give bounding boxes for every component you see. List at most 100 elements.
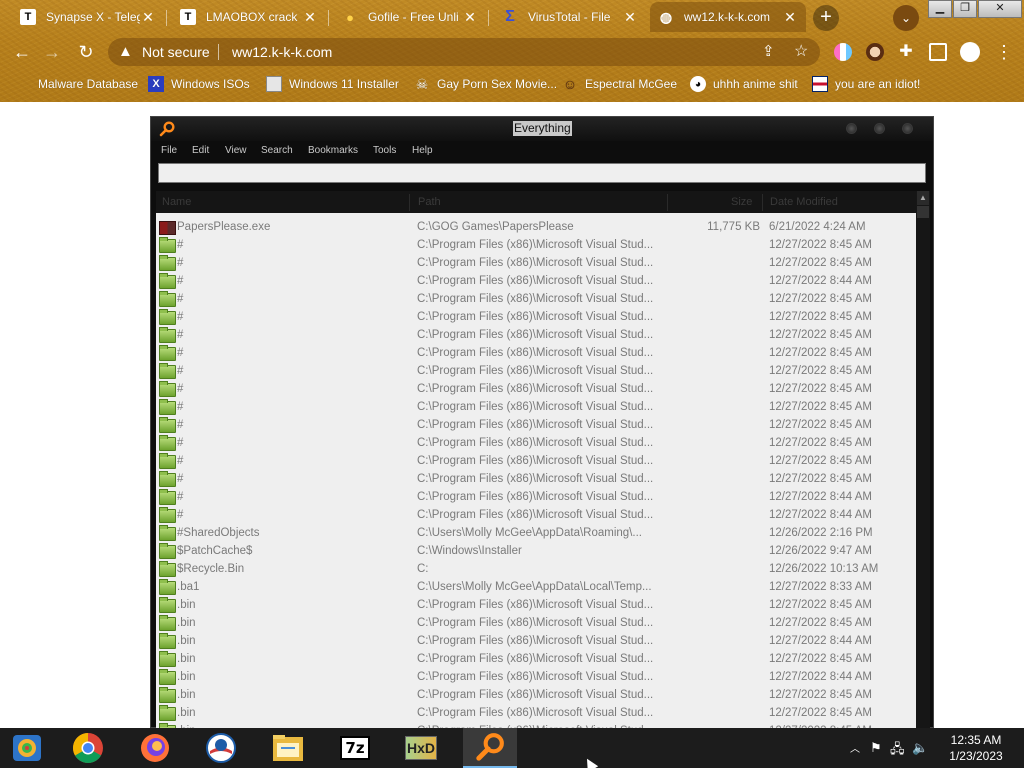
close-tab-icon[interactable]: ✕	[302, 9, 318, 26]
table-row[interactable]: # C:\Program Files (x86)\Microsoft Visual…	[156, 453, 916, 471]
everything-app-button[interactable]	[463, 728, 517, 768]
close-tab-icon[interactable]: ✕	[622, 9, 638, 26]
close-tab-icon[interactable]: ✕	[462, 9, 478, 26]
table-row[interactable]: # C:\Program Files (x86)\Microsoft Visual…	[156, 237, 916, 255]
table-row[interactable]: # C:\Program Files (x86)\Microsoft Visual…	[156, 309, 916, 327]
column-divider[interactable]	[667, 194, 668, 211]
profile-avatar-icon[interactable]	[960, 42, 980, 62]
column-divider[interactable]	[762, 194, 763, 211]
tab-lmaobox[interactable]: T LMAOBOX crack ✕	[172, 2, 326, 32]
menu-tools[interactable]: Tools	[373, 145, 396, 156]
obama-app-button[interactable]	[199, 728, 243, 768]
7zip-app-button[interactable]: 7z	[333, 728, 377, 768]
network-icon[interactable]: 🖧	[890, 740, 905, 762]
volume-icon[interactable]: 🔈	[912, 740, 928, 756]
vertical-scrollbar[interactable]: ▲	[916, 191, 930, 729]
hxd-app-button[interactable]: HxD	[399, 728, 443, 768]
table-row[interactable]: # C:\Program Files (x86)\Microsoft Visual…	[156, 273, 916, 291]
tab-synapse[interactable]: T Synapse X - Teleg ✕	[12, 2, 164, 32]
table-row[interactable]: # C:\Program Files (x86)\Microsoft Visual…	[156, 507, 916, 525]
new-tab-button[interactable]: +	[813, 5, 839, 31]
table-row[interactable]: PapersPlease.exe C:\GOG Games\PapersPleas…	[156, 219, 916, 237]
bookmark-anime[interactable]: ◕ uhhh anime shit	[690, 74, 798, 94]
table-row[interactable]: # C:\Program Files (x86)\Microsoft Visual…	[156, 489, 916, 507]
extensions-puzzle-icon[interactable]: ✚	[897, 43, 915, 61]
bookmark-windows-isos[interactable]: X Windows ISOs	[148, 74, 250, 94]
table-row[interactable]: .bin C:\Program Files (x86)\Microsoft Vis…	[156, 615, 916, 633]
table-row[interactable]: # C:\Program Files (x86)\Microsoft Visual…	[156, 381, 916, 399]
chrome-app-button[interactable]	[66, 728, 110, 768]
bookmark-malware-database[interactable]: Malware Database	[38, 74, 138, 94]
table-row[interactable]: # C:\Program Files (x86)\Microsoft Visual…	[156, 417, 916, 435]
table-row[interactable]: .bin C:\Program Files (x86)\Microsoft Vis…	[156, 669, 916, 687]
action-center-flag-icon[interactable]: ⚑	[870, 740, 882, 756]
tab-virustotal[interactable]: Σ VirusTotal - File ✕	[494, 2, 646, 32]
column-divider[interactable]	[409, 194, 410, 211]
table-row[interactable]: # C:\Program Files (x86)\Microsoft Visual…	[156, 255, 916, 273]
tab-search-button[interactable]: ⌄	[893, 5, 919, 31]
table-row[interactable]: .bin C:\Program Files (x86)\Microsoft Vis…	[156, 597, 916, 615]
minimize-button[interactable]	[846, 123, 857, 134]
table-row[interactable]: .bin C:\Program Files (x86)\Microsoft Vis…	[156, 687, 916, 705]
bookmark-you-are-an-idiot[interactable]: you are an idiot!	[812, 74, 920, 94]
column-date-modified[interactable]: Date Modified	[770, 196, 838, 208]
everything-titlebar[interactable]: Everything	[151, 117, 933, 141]
address-bar[interactable]: ▲ Not secure ww12.k-k-k.com ⇪ ☆	[108, 38, 820, 66]
pride-extension-icon[interactable]	[834, 43, 852, 61]
table-row[interactable]: .bin C:\Program Files (x86)\Microsoft Vis…	[156, 651, 916, 669]
menu-help[interactable]: Help	[412, 145, 433, 156]
url-text[interactable]: ww12.k-k-k.com	[232, 44, 332, 60]
table-row[interactable]: # C:\Program Files (x86)\Microsoft Visual…	[156, 435, 916, 453]
system-clock[interactable]: 12:35 AM 1/23/2023	[944, 732, 1008, 764]
menu-file[interactable]: File	[161, 145, 177, 156]
share-icon[interactable]: ⇪	[762, 42, 775, 60]
table-row[interactable]: # C:\Program Files (x86)\Microsoft Visual…	[156, 345, 916, 363]
table-row[interactable]: .bin C:\Program Files (x86)\Microsoft Vis…	[156, 705, 916, 723]
bookmark-windows-11-installer[interactable]: Windows 11 Installer	[266, 74, 399, 94]
menu-search[interactable]: Search	[261, 145, 293, 156]
bookmark-star-icon[interactable]: ☆	[794, 41, 808, 61]
menu-bookmarks[interactable]: Bookmarks	[308, 145, 358, 156]
column-name[interactable]: Name	[162, 196, 191, 208]
table-row[interactable]: # C:\Program Files (x86)\Microsoft Visual…	[156, 399, 916, 417]
show-hidden-icons-chevron-icon[interactable]: ︿	[850, 740, 860, 755]
bookmark-gay-porn-sex-movie[interactable]: ☠ Gay Porn Sex Movie...	[414, 74, 557, 94]
security-label[interactable]: Not secure	[142, 44, 210, 60]
side-panel-icon[interactable]	[929, 43, 947, 61]
search-input[interactable]	[158, 163, 926, 183]
close-tab-icon[interactable]: ✕	[140, 9, 156, 26]
table-row[interactable]: $PatchCache$ C:\Windows\Installer 12/26/20…	[156, 543, 916, 561]
firefox-app-button[interactable]	[133, 728, 177, 768]
kebab-menu-icon[interactable]: ⋮	[992, 40, 1016, 64]
table-row[interactable]: $Recycle.Bin C: 12/26/2022 10:13 AM	[156, 561, 916, 579]
column-path[interactable]: Path	[418, 196, 441, 208]
close-window-button[interactable]: ✕	[978, 0, 1022, 18]
close-tab-icon[interactable]: ✕	[782, 9, 798, 26]
table-row[interactable]: .bin C:\Program Files (x86)\Microsoft Vis…	[156, 633, 916, 651]
menu-view[interactable]: View	[225, 145, 247, 156]
photos-app-button[interactable]	[5, 728, 49, 768]
bookmark-espectral-mcgee[interactable]: ☺ Espectral McGee	[562, 74, 677, 94]
warning-triangle-icon[interactable]: ▲	[118, 43, 133, 60]
tab-k-k-k[interactable]: ◍ ww12.k-k-k.com ✕	[650, 2, 806, 32]
forward-arrow-icon[interactable]: →	[40, 40, 64, 64]
minimize-button[interactable]: ▁	[928, 0, 952, 18]
maximize-button[interactable]	[874, 123, 885, 134]
tab-gofile[interactable]: ● Gofile - Free Unli ✕	[334, 2, 486, 32]
close-button[interactable]	[902, 123, 913, 134]
file-explorer-app-button[interactable]	[266, 728, 310, 768]
table-row[interactable]: #SharedObjects C:\Users\Molly McGee\AppDa…	[156, 525, 916, 543]
table-row[interactable]: # C:\Program Files (x86)\Microsoft Visual…	[156, 363, 916, 381]
scroll-thumb[interactable]	[917, 206, 929, 218]
scroll-up-arrow-icon[interactable]: ▲	[917, 191, 929, 205]
column-size[interactable]: Size	[731, 196, 752, 208]
table-row[interactable]: .ba1 C:\Users\Molly McGee\AppData\Local\T…	[156, 579, 916, 597]
back-arrow-icon[interactable]: ←	[10, 40, 34, 64]
maximize-button[interactable]: ❐	[953, 0, 977, 18]
table-row[interactable]: # C:\Program Files (x86)\Microsoft Visual…	[156, 471, 916, 489]
avatar-extension-icon[interactable]	[866, 43, 884, 61]
table-row[interactable]: # C:\Program Files (x86)\Microsoft Visual…	[156, 291, 916, 309]
table-row[interactable]: # C:\Program Files (x86)\Microsoft Visual…	[156, 327, 916, 345]
reload-icon[interactable]: ↻	[74, 40, 98, 64]
menu-edit[interactable]: Edit	[192, 145, 209, 156]
